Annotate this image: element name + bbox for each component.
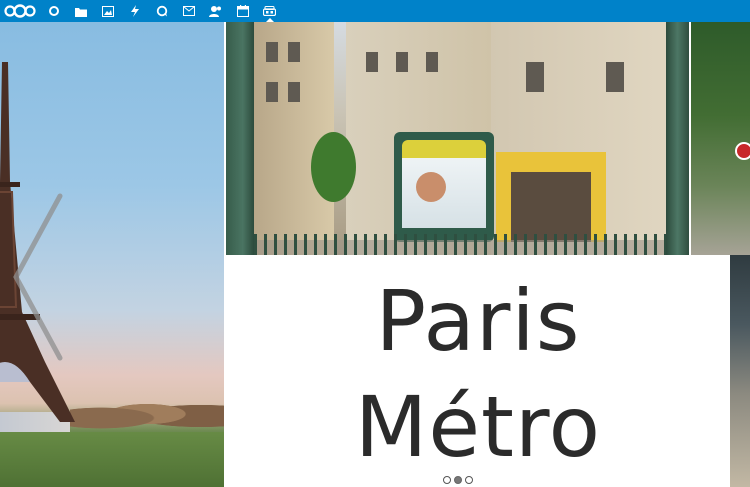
- deck-icon[interactable]: [256, 0, 283, 22]
- activity-icon[interactable]: [121, 0, 148, 22]
- contacts-icon[interactable]: [202, 0, 229, 22]
- nextcloud-logo[interactable]: [0, 0, 40, 22]
- advertisement-face: [416, 172, 446, 202]
- window: [288, 42, 300, 62]
- folder-icon[interactable]: [67, 0, 94, 22]
- talk-icon[interactable]: [148, 0, 175, 22]
- window: [266, 82, 278, 102]
- slide-title-card: Paris Métro: [226, 257, 730, 485]
- kiosk-sign: [402, 140, 486, 158]
- dashboard-icon[interactable]: [40, 0, 67, 22]
- pagination-dot[interactable]: [465, 476, 473, 484]
- window: [606, 62, 624, 92]
- mail-icon[interactable]: [175, 0, 202, 22]
- window: [366, 52, 378, 72]
- slide-title-line-2: Métro: [354, 378, 602, 476]
- metro-entrance-photo[interactable]: [226, 22, 689, 255]
- metro-lamppost-right: [666, 22, 689, 255]
- previous-slide-chevron-icon[interactable]: [8, 192, 68, 362]
- street-trees-photo[interactable]: [691, 22, 750, 255]
- street-tree: [311, 132, 356, 202]
- window: [288, 82, 300, 102]
- pagination-dot-active[interactable]: [454, 476, 462, 484]
- window: [266, 42, 278, 62]
- tree-line: [70, 394, 224, 434]
- window: [426, 52, 438, 72]
- slideshow-stage: Paris Métro: [0, 22, 750, 487]
- shop-front: [511, 172, 591, 242]
- next-photo-edge[interactable]: [730, 255, 750, 487]
- slide-title-line-1: Paris: [375, 272, 581, 370]
- no-entry-sign: [735, 142, 750, 160]
- lawn: [0, 432, 224, 487]
- slide-pagination: [443, 476, 473, 484]
- eiffel-tower-photo[interactable]: [0, 22, 224, 487]
- window: [396, 52, 408, 72]
- pagination-dot[interactable]: [443, 476, 451, 484]
- metro-lamppost-left: [226, 22, 254, 255]
- calendar-icon[interactable]: [229, 0, 256, 22]
- top-navigation-bar: [0, 0, 750, 22]
- metro-railing: [254, 234, 666, 255]
- window: [526, 62, 544, 92]
- image-icon[interactable]: [94, 0, 121, 22]
